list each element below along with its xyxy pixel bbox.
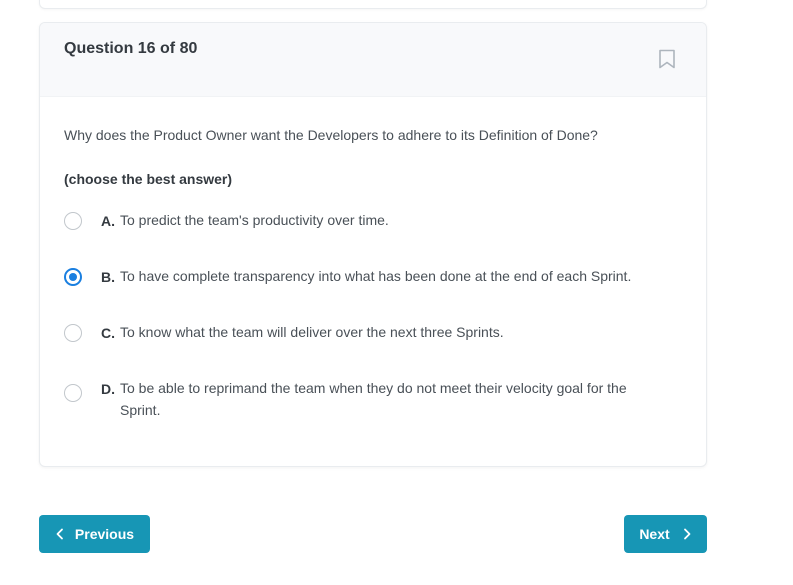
- radio-a[interactable]: [64, 212, 82, 230]
- option-c[interactable]: C. To know what the team will deliver ov…: [64, 324, 664, 343]
- option-a[interactable]: A. To predict the team's productivity ov…: [64, 212, 664, 231]
- option-text: To know what the team will deliver over …: [120, 324, 504, 340]
- option-letter: A.: [101, 213, 115, 229]
- chevron-right-icon: [683, 528, 691, 540]
- next-label: Next: [639, 526, 670, 542]
- option-text: To have complete transparency into what …: [120, 268, 632, 284]
- radio-d[interactable]: [64, 384, 82, 402]
- previous-button[interactable]: Previous: [39, 515, 150, 553]
- question-title: Question 16 of 80: [64, 40, 198, 57]
- option-letter: B.: [101, 269, 115, 285]
- option-letter: D.: [101, 381, 115, 397]
- option-letter: C.: [101, 325, 115, 341]
- bookmark-icon[interactable]: [658, 49, 676, 69]
- next-button[interactable]: Next: [624, 515, 707, 553]
- option-text: To be able to reprimand the team when th…: [120, 380, 627, 418]
- question-text: Why does the Product Owner want the Deve…: [64, 127, 598, 143]
- radio-c[interactable]: [64, 324, 82, 342]
- question-card: Question 16 of 80 Why does the Product O…: [39, 22, 707, 467]
- question-header: Question 16 of 80: [40, 23, 706, 97]
- question-hint: (choose the best answer): [64, 171, 233, 187]
- option-text: To predict the team's productivity over …: [120, 212, 389, 228]
- previous-question-card: [39, 0, 707, 9]
- radio-b[interactable]: [64, 268, 82, 286]
- option-b[interactable]: B. To have complete transparency into wh…: [64, 268, 664, 287]
- previous-label: Previous: [74, 526, 135, 542]
- option-d[interactable]: D. To be able to reprimand the team when…: [64, 380, 664, 421]
- chevron-left-icon: [56, 528, 63, 540]
